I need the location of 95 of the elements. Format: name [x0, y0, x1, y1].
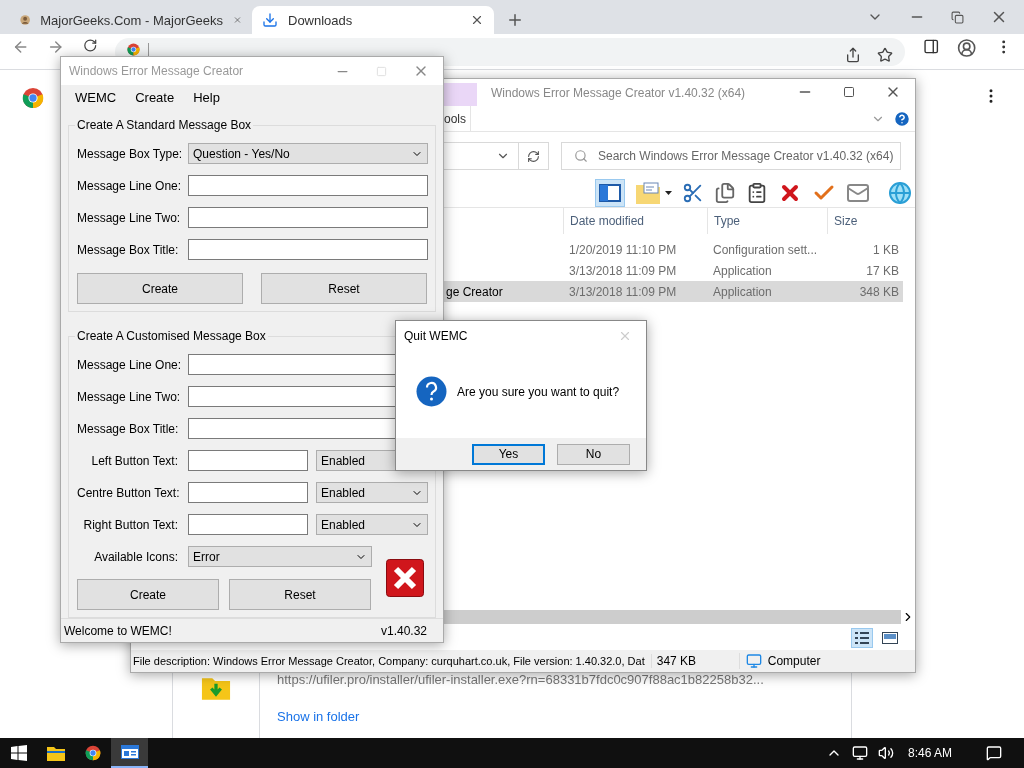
network-icon[interactable]	[851, 745, 868, 761]
text-field[interactable]	[188, 175, 428, 197]
maximize-icon	[376, 65, 387, 77]
file-row[interactable]: 3/13/2018 11:09 PM Application 17 KB	[444, 260, 903, 281]
dropdown[interactable]: Enabled	[316, 514, 428, 536]
size-cell-text: 17 KB	[865, 263, 900, 278]
text-field[interactable]	[188, 207, 428, 229]
file-row[interactable]: ge Creator 3/13/2018 11:09 PM Application 348 KB	[444, 281, 903, 302]
notification-icon[interactable]	[986, 745, 1002, 761]
field-label: Message Line One:	[77, 178, 178, 193]
field-label: Left Button Text:	[90, 453, 178, 468]
window-title: Windows Error Message Creator v1.40.32 (x64)	[491, 86, 746, 100]
dropdown[interactable]: Question - Yes/No	[188, 143, 428, 165]
chrome-icon	[127, 43, 141, 56]
windows-logo-icon	[10, 745, 27, 761]
search-field[interactable]: Search Windows Error Message Creator v1.40.32 (x64)	[561, 142, 901, 170]
profile-icon[interactable]	[957, 38, 977, 58]
copy-icon[interactable]	[714, 181, 736, 204]
window-icon	[120, 745, 139, 759]
download-url: https://ufiler.pro/installer/ufiler-installer.exe?rn=68331b7fdc0c907f88ac1b82258b32...	[277, 672, 765, 687]
date-cell-text: 3/13/2018 11:09 PM	[568, 263, 678, 278]
field-label: Message Line Two:	[77, 210, 178, 225]
field-label: Available Icons:	[93, 549, 178, 564]
chrome-icon	[84, 745, 101, 761]
refresh-button[interactable]	[519, 142, 549, 170]
field-label: Message Line Two:	[77, 389, 178, 404]
favicon-icon	[20, 12, 31, 28]
text-field[interactable]	[188, 482, 308, 504]
folder-icon	[46, 745, 65, 761]
volume-icon[interactable]	[877, 745, 894, 761]
field-label: Message Box Title:	[77, 242, 178, 257]
browser-tab[interactable]: MajorGeeks.Com - MajorGeeks	[10, 6, 252, 34]
restore-icon[interactable]	[951, 10, 964, 24]
clipboard-icon[interactable]	[746, 181, 768, 204]
show-in-folder-link[interactable]: Show in folder	[277, 709, 360, 724]
details-view-button[interactable]	[851, 628, 873, 648]
menu-item[interactable]: WEMC	[75, 90, 117, 106]
action-button[interactable]: Create	[77, 273, 243, 305]
question-icon	[416, 376, 447, 407]
date-cell-text: 1/20/2019 11:10 PM	[568, 242, 678, 257]
menu-item[interactable]: Create	[135, 90, 175, 106]
scissors-icon[interactable]	[682, 181, 704, 204]
status-location: Computer	[767, 654, 821, 668]
field-label: Right Button Text:	[82, 517, 178, 532]
refresh-icon	[527, 149, 540, 163]
type-cell-text: Configuration sett...	[712, 242, 819, 257]
dialog-title: Quit WEMC	[404, 329, 468, 343]
date-cell-text: 3/13/2018 11:09 PM	[568, 284, 678, 299]
action-button[interactable]: Reset	[229, 579, 371, 611]
download-icon	[262, 12, 278, 28]
clock: 8:46 AM	[907, 746, 952, 760]
action-button[interactable]: Create	[77, 579, 219, 611]
version-label: v1.40.32	[380, 623, 427, 638]
field-label: Message Box Title:	[77, 421, 178, 436]
group-title: Create A Customised Message Box	[76, 329, 267, 344]
status-description: File description: Windows Error Message Creator, Company: curquhart.co.uk, File version: 1.40.32.0, Dat	[132, 655, 646, 667]
reload-icon[interactable]	[82, 38, 98, 53]
type-cell-text: Application	[712, 284, 773, 299]
dialog-button[interactable]: Yes	[472, 443, 545, 465]
dialog-button[interactable]: No	[557, 443, 630, 465]
star-icon[interactable]	[876, 47, 893, 63]
window-title: Windows Error Message Creator	[69, 64, 244, 78]
file-row[interactable]: 1/20/2019 11:10 PM Configuration sett... 1 KB	[444, 239, 903, 260]
error-icon	[386, 559, 424, 598]
scrollbar-thumb[interactable]	[444, 610, 901, 624]
pane-button[interactable]	[595, 178, 625, 207]
chrome-logo-icon	[22, 87, 44, 109]
side-panel-icon[interactable]	[922, 38, 940, 55]
status-message: Welcome to WEMC!	[64, 623, 172, 638]
group-title: Create A Standard Message Box	[76, 118, 253, 133]
text-field[interactable]	[188, 514, 308, 536]
new-tab-icon[interactable]	[506, 11, 524, 29]
file-name: ge Creator	[445, 284, 504, 299]
help-icon[interactable]	[893, 109, 911, 128]
browser-tab[interactable]: Downloads	[252, 6, 494, 34]
search-icon	[574, 149, 588, 163]
close-tab-icon[interactable]	[470, 13, 484, 27]
dropdown[interactable]: Error	[188, 546, 372, 568]
dropdown[interactable]: Enabled	[316, 482, 428, 504]
dialog-message: Are you sure you want to quit?	[457, 384, 620, 399]
field-label: Message Line One:	[77, 357, 178, 372]
size-cell-text: 348 KB	[858, 284, 900, 299]
size-cell-text: 1 KB	[872, 242, 900, 257]
taskbar-button[interactable]	[111, 738, 148, 768]
status-size: 347 KB	[650, 654, 739, 668]
text-field[interactable]	[188, 239, 428, 261]
type-cell-text: Application	[712, 263, 773, 278]
maximize-icon[interactable]	[843, 86, 855, 98]
menu-item[interactable]: Help	[193, 90, 220, 106]
globe-icon[interactable]	[888, 180, 912, 205]
share-icon[interactable]	[844, 47, 861, 63]
computer-icon	[745, 653, 762, 669]
field-label: Centre Button Text:	[77, 485, 178, 500]
text-field[interactable]	[188, 450, 308, 472]
action-button[interactable]: Reset	[261, 273, 427, 305]
